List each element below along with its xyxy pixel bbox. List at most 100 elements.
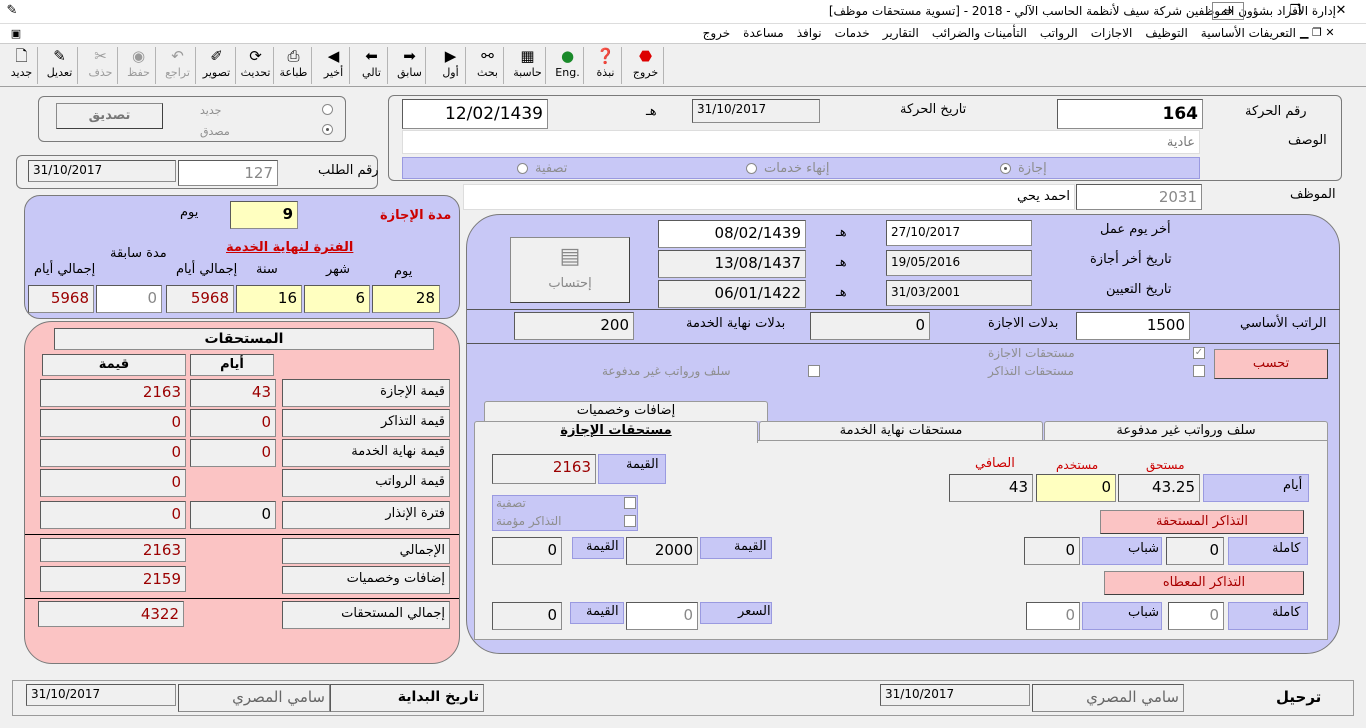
status-new-radio[interactable] <box>322 104 333 115</box>
last-work-hijri-field[interactable]: 08/02/1439 <box>658 220 806 248</box>
row1-youth-field[interactable]: 0 <box>1024 537 1080 565</box>
posted-user-field[interactable]: سامي المصري <box>1032 684 1184 712</box>
menu-hiring[interactable]: التوظيف <box>1145 26 1187 40</box>
start-date-field[interactable]: 31/10/2017 <box>26 684 176 706</box>
due-days-field[interactable]: 43.25 <box>1118 474 1200 502</box>
hire-hijri-field[interactable]: 06/01/1422 <box>658 280 806 308</box>
edit-button[interactable]: ✎ تعديل <box>42 47 78 84</box>
row2-value-field[interactable]: 0 <box>492 602 562 630</box>
trans-date-field[interactable]: 31/10/2017 <box>692 99 820 123</box>
advances-checkbox[interactable] <box>808 365 820 377</box>
dues-row-value[interactable]: 0 <box>40 469 186 497</box>
net-days-field[interactable]: 43 <box>949 474 1033 502</box>
used-days-field[interactable]: 0 <box>1036 474 1116 502</box>
dues-row-value[interactable]: 0 <box>40 409 186 437</box>
print-button[interactable]: ⎙ طباعة <box>276 47 312 84</box>
calculate-button[interactable]: تحسب <box>1214 349 1328 379</box>
tickets-insured-checkbox[interactable] <box>624 515 636 527</box>
mdi-controls-icon[interactable]: ▁ ❐ ✕ <box>1300 26 1335 39</box>
tab-leave-dues[interactable]: مستحقات الإجازة <box>474 421 758 443</box>
given-tickets-button[interactable]: التذاكر المعطاه <box>1104 571 1304 595</box>
dues-row-value[interactable]: 0 <box>40 439 186 467</box>
total-days-field[interactable]: 5968 <box>166 285 234 313</box>
dues-row-days[interactable]: 0 <box>190 439 276 467</box>
dues-row-value[interactable]: 0 <box>40 501 186 529</box>
undo-button[interactable]: ↶ تراجع <box>160 47 196 84</box>
leave-value-field[interactable]: 2163 <box>492 454 596 484</box>
posted-date-field[interactable]: 31/10/2017 <box>880 684 1030 706</box>
row1-value-field[interactable]: 0 <box>492 537 562 565</box>
start-user-field[interactable]: سامي المصري <box>178 684 330 712</box>
row2-full-field[interactable]: 0 <box>1168 602 1224 630</box>
last-work-date-field[interactable]: 27/10/2017 <box>886 220 1032 246</box>
about-button[interactable]: ❓ نبذة <box>590 47 622 84</box>
dues-row-days[interactable]: 43 <box>190 379 276 407</box>
menu-reports[interactable]: التقارير <box>883 26 919 40</box>
leave-dues-checkbox[interactable]: ✓ <box>1193 347 1205 359</box>
menu-salaries[interactable]: الرواتب <box>1040 26 1078 40</box>
dues-total-field[interactable]: 2163 <box>40 538 186 562</box>
row2-youth-field[interactable]: 0 <box>1026 602 1080 630</box>
end-allowance-field[interactable]: 200 <box>514 312 634 340</box>
trans-date-hijri-field[interactable]: 12/02/1439 <box>402 99 548 129</box>
trans-no-field[interactable]: 164 <box>1057 99 1203 129</box>
row1-full-field[interactable]: 0 <box>1166 537 1224 565</box>
last-leave-date-field[interactable]: 19/05/2016 <box>886 250 1032 276</box>
prev-button[interactable]: ➡ سابق <box>394 47 426 84</box>
employee-no-field[interactable]: 2031 <box>1076 184 1202 210</box>
new-button[interactable]: 🗋 جديد <box>6 47 38 84</box>
exit-button[interactable]: ⬣ خروج <box>628 47 664 84</box>
prev-total-field[interactable]: 5968 <box>28 285 94 313</box>
menu-windows[interactable]: نوافذ <box>797 26 822 40</box>
row1-price-field[interactable]: 2000 <box>626 537 698 565</box>
dues-additions-field[interactable]: 2159 <box>40 566 186 592</box>
compute-button[interactable]: ▤ إحتساب <box>510 237 630 303</box>
due-tickets-button[interactable]: التذاكر المستحقة <box>1100 510 1304 534</box>
menu-leaves[interactable]: الاجازات <box>1091 26 1133 40</box>
menu-insurance[interactable]: التأمينات والضرائب <box>932 26 1027 40</box>
menu-help[interactable]: مساعدة <box>743 26 784 40</box>
approve-button[interactable]: تصديق <box>56 103 163 129</box>
close-icon[interactable]: ✕ <box>1331 3 1351 19</box>
option-leave-radio[interactable] <box>1000 163 1011 174</box>
dues-row-days[interactable]: 0 <box>190 501 276 529</box>
days-field[interactable]: 28 <box>372 285 440 313</box>
search-button[interactable]: ⚯ بحث <box>472 47 504 84</box>
photo-button[interactable]: ✐ تصوير <box>198 47 236 84</box>
restore-arrows-icon[interactable]: ⇔ <box>1212 2 1244 20</box>
leave-duration-field[interactable]: 9 <box>230 201 298 229</box>
option-end-service-radio[interactable] <box>746 163 757 174</box>
delete-button[interactable]: ✂ حذف <box>84 47 118 84</box>
prev-period-field[interactable]: 0 <box>96 285 162 313</box>
save-button[interactable]: ◉ حفظ <box>122 47 156 84</box>
menu-exit[interactable]: خروج <box>703 26 731 40</box>
basic-salary-field[interactable]: 1500 <box>1076 312 1190 340</box>
option-settle-radio[interactable] <box>517 163 528 174</box>
settle-checkbox[interactable] <box>624 497 636 509</box>
next-button[interactable]: ⬅ تالي <box>356 47 388 84</box>
calculator-button[interactable]: ▦ حاسبة <box>510 47 546 84</box>
maximize-icon[interactable]: ❐ <box>1285 3 1305 19</box>
tab-additions[interactable]: إضافات وخصميات <box>484 401 768 421</box>
dues-row-days[interactable]: 0 <box>190 409 276 437</box>
refresh-button[interactable]: ⟳ تحديث <box>238 47 274 84</box>
status-approved-radio[interactable] <box>322 124 333 135</box>
first-button[interactable]: ▶ أول <box>436 47 466 84</box>
english-button[interactable]: ● Eng. <box>552 47 584 84</box>
hire-date-field[interactable]: 31/03/2001 <box>886 280 1032 306</box>
request-date-field[interactable]: 31/10/2017 <box>28 160 176 182</box>
last-button[interactable]: ◀ أخير <box>318 47 350 84</box>
ticket-dues-checkbox[interactable] <box>1193 365 1205 377</box>
employee-name-field[interactable]: احمد يحي <box>463 184 1075 210</box>
desc-field[interactable]: عادية <box>402 130 1200 154</box>
grand-total-field[interactable]: 4322 <box>38 601 184 627</box>
years-field[interactable]: 16 <box>236 285 302 313</box>
leave-allowance-field[interactable]: 0 <box>810 312 930 340</box>
months-field[interactable]: 6 <box>304 285 370 313</box>
menu-basic[interactable]: التعريفات الأساسية <box>1201 26 1296 40</box>
dues-row-value[interactable]: 2163 <box>40 379 186 407</box>
last-leave-hijri-field[interactable]: 13/08/1437 <box>658 250 806 278</box>
menu-services[interactable]: خدمات <box>835 26 870 40</box>
tab-advances[interactable]: سلف ورواتب غير مدفوعة <box>1044 421 1328 441</box>
row2-rate-field[interactable]: 0 <box>626 602 698 630</box>
